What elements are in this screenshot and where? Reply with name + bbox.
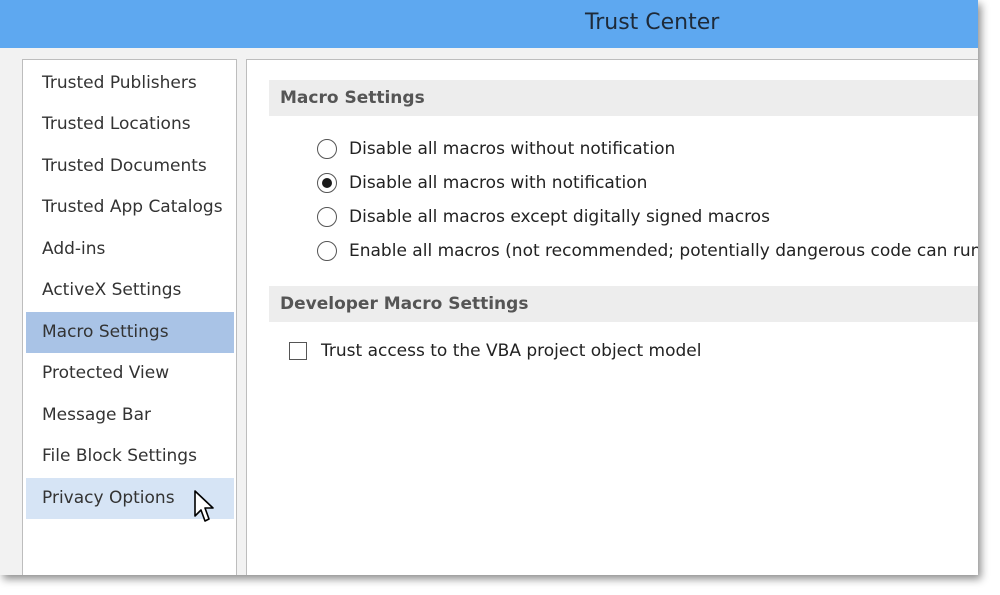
sidebar-item-activex-settings[interactable]: ActiveX Settings [26,270,234,311]
sidebar-item-macro-settings[interactable]: Macro Settings [26,312,234,353]
sidebar-item-protected-view[interactable]: Protected View [26,353,234,394]
sidebar-item-add-ins[interactable]: Add-ins [26,229,234,270]
sidebar-item-trusted-documents[interactable]: Trusted Documents [26,146,234,187]
developer-macro-settings-header: Developer Macro Settings [269,286,978,322]
sidebar-item-file-block-settings[interactable]: File Block Settings [26,436,234,477]
mouse-pointer-icon [194,490,214,522]
sidebar-item-trusted-publishers[interactable]: Trusted Publishers [26,63,234,104]
trust-vba-label: Trust access to the VBA project object m… [321,341,702,361]
radio-label: Disable all macros with notification [349,173,648,193]
trust-center-window: Trust Center Trusted Publishers Trusted … [0,0,978,575]
radio-label: Enable all macros (not recommended; pote… [349,241,978,261]
sidebar-item-trusted-app-catalogs[interactable]: Trusted App Catalogs [26,187,234,228]
radio-label: Disable all macros except digitally sign… [349,207,770,227]
macro-settings-header: Macro Settings [269,80,978,116]
sidebar-item-message-bar[interactable]: Message Bar [26,395,234,436]
radio-button[interactable] [317,207,337,227]
sidebar-item-trusted-locations[interactable]: Trusted Locations [26,104,234,145]
radio-button-selected[interactable] [317,173,337,193]
dialog-body: Trusted Publishers Trusted Locations Tru… [0,48,978,575]
settings-panel: Macro Settings Disable all macros withou… [246,59,978,575]
radio-button[interactable] [317,139,337,159]
title-bar[interactable]: Trust Center [0,0,978,48]
radio-label: Disable all macros without notification [349,139,676,159]
radio-button[interactable] [317,241,337,261]
window-title: Trust Center [585,10,720,35]
trust-vba-checkbox[interactable] [289,342,307,360]
